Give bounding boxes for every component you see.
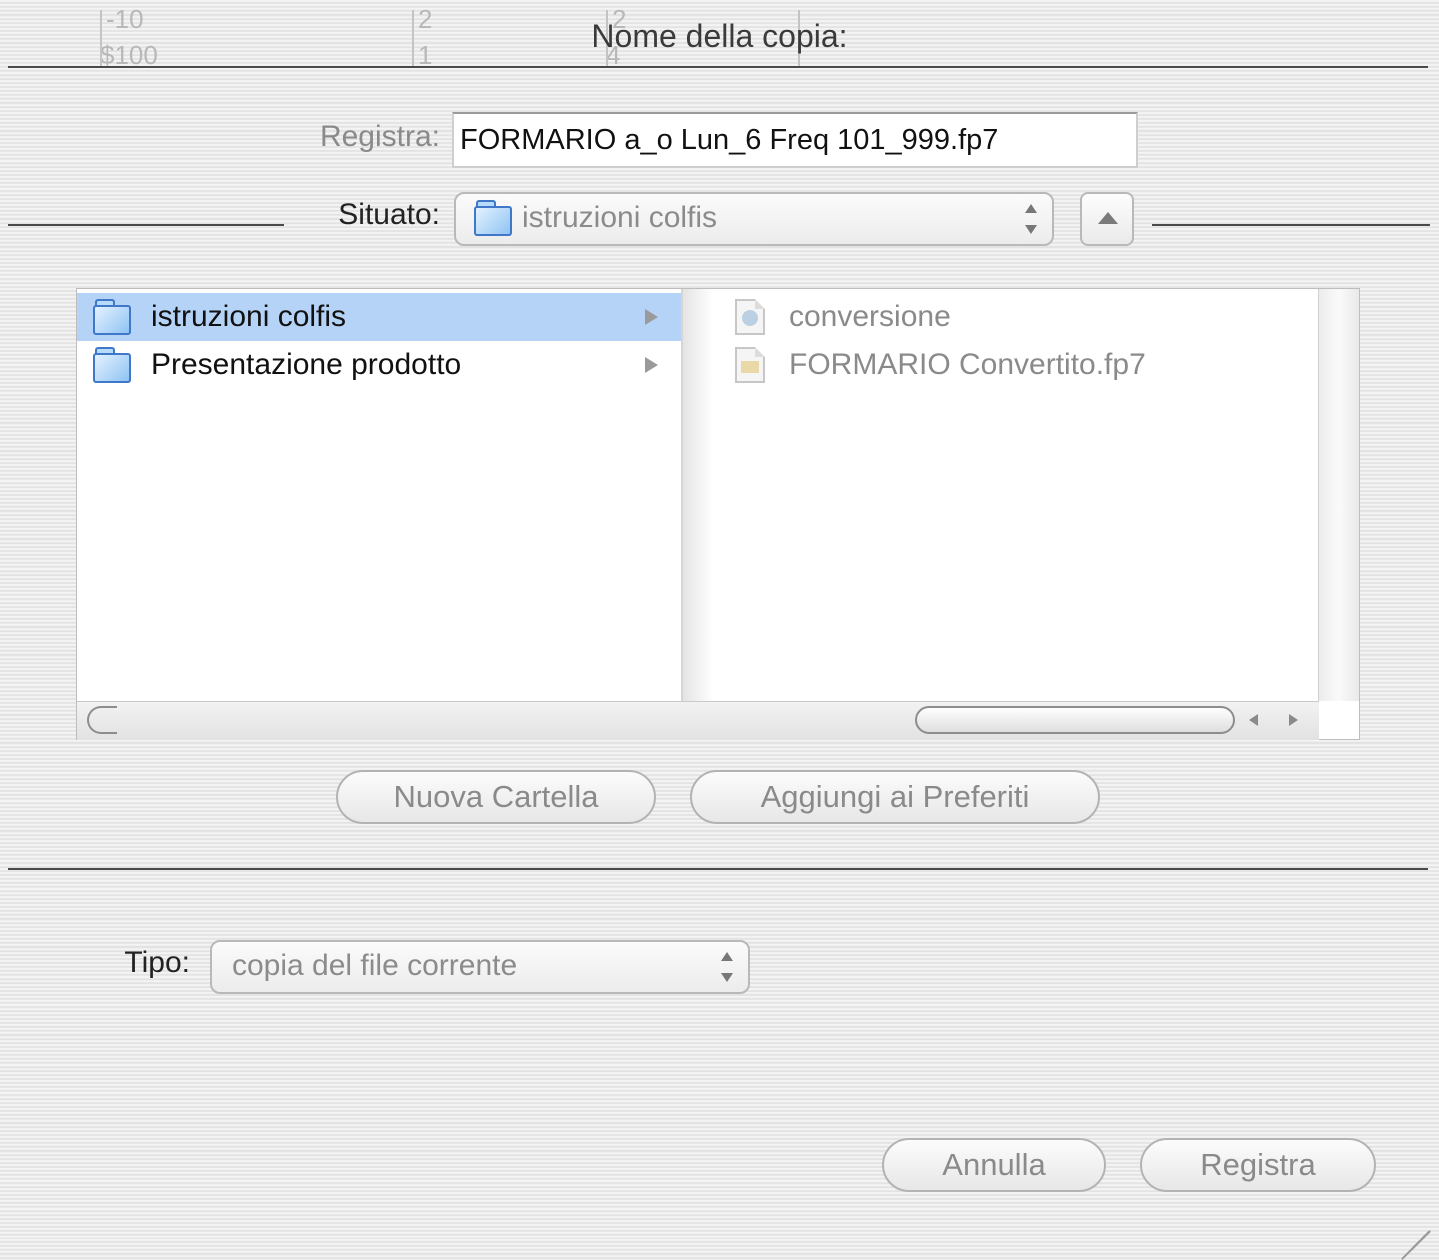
folder-icon (93, 299, 131, 335)
list-item[interactable]: istruzioni colfis (77, 293, 681, 341)
resize-grip-icon[interactable] (1394, 1196, 1431, 1260)
list-item-label: conversione (789, 300, 951, 333)
scroll-track-cap (87, 706, 117, 734)
browser-column-1[interactable]: istruzioni colfis Presentazione prodotto (77, 289, 683, 701)
list-item[interactable]: Presentazione prodotto (77, 341, 681, 389)
save-as-label: Registra: (319, 120, 440, 153)
browser-column-2[interactable]: conversione FORMARIO Convertito.fp7 (685, 289, 1319, 701)
folder-icon (93, 347, 131, 383)
disclosure-arrow-icon (645, 309, 658, 325)
horizontal-scroll-thumb[interactable] (915, 706, 1235, 734)
cancel-button[interactable]: Annulla (882, 1138, 1106, 1192)
section-divider (8, 868, 1428, 870)
document-icon (735, 347, 765, 383)
location-divider-right (1152, 224, 1430, 226)
save-as-field[interactable]: FORMARIO a_o Lun_6 Freq 101_999.fp7 (452, 112, 1138, 168)
disclosure-arrow-icon (645, 357, 658, 373)
folder-icon (474, 200, 512, 236)
list-item[interactable]: conversione (685, 293, 1285, 341)
location-popup[interactable]: istruzioni colfis (454, 192, 1054, 246)
popup-arrows-icon (716, 950, 738, 984)
type-popup[interactable]: copia del file corrente (210, 940, 750, 994)
list-item-label: FORMARIO Convertito.fp7 (789, 348, 1146, 381)
horizontal-scrollbar[interactable] (77, 701, 1319, 740)
new-folder-button[interactable]: Nuova Cartella (336, 770, 656, 824)
up-arrow-icon (1098, 212, 1118, 224)
location-value: istruzioni colfis (522, 201, 718, 234)
title-divider (8, 66, 1428, 68)
list-item-label: istruzioni colfis (151, 300, 347, 333)
list-item-label: Presentazione prodotto (151, 348, 462, 381)
location-label: Situato: (338, 198, 440, 231)
alias-icon (735, 299, 765, 335)
scroll-left-icon[interactable] (1249, 714, 1258, 726)
parent-folder-button[interactable] (1080, 192, 1134, 246)
dialog-title: Nome della copia: (591, 18, 848, 54)
save-button[interactable]: Registra (1140, 1138, 1376, 1192)
column-divider (683, 289, 713, 701)
vertical-scrollbar[interactable] (1318, 289, 1359, 701)
type-label: Tipo: (124, 946, 190, 979)
add-to-favorites-button[interactable]: Aggiungi ai Preferiti (690, 770, 1100, 824)
type-value: copia del file corrente (232, 949, 518, 982)
scroll-right-icon[interactable] (1289, 714, 1298, 726)
list-item[interactable]: FORMARIO Convertito.fp7 (685, 341, 1285, 389)
popup-arrows-icon (1020, 202, 1042, 236)
file-browser[interactable]: istruzioni colfis Presentazione prodotto… (76, 288, 1360, 740)
